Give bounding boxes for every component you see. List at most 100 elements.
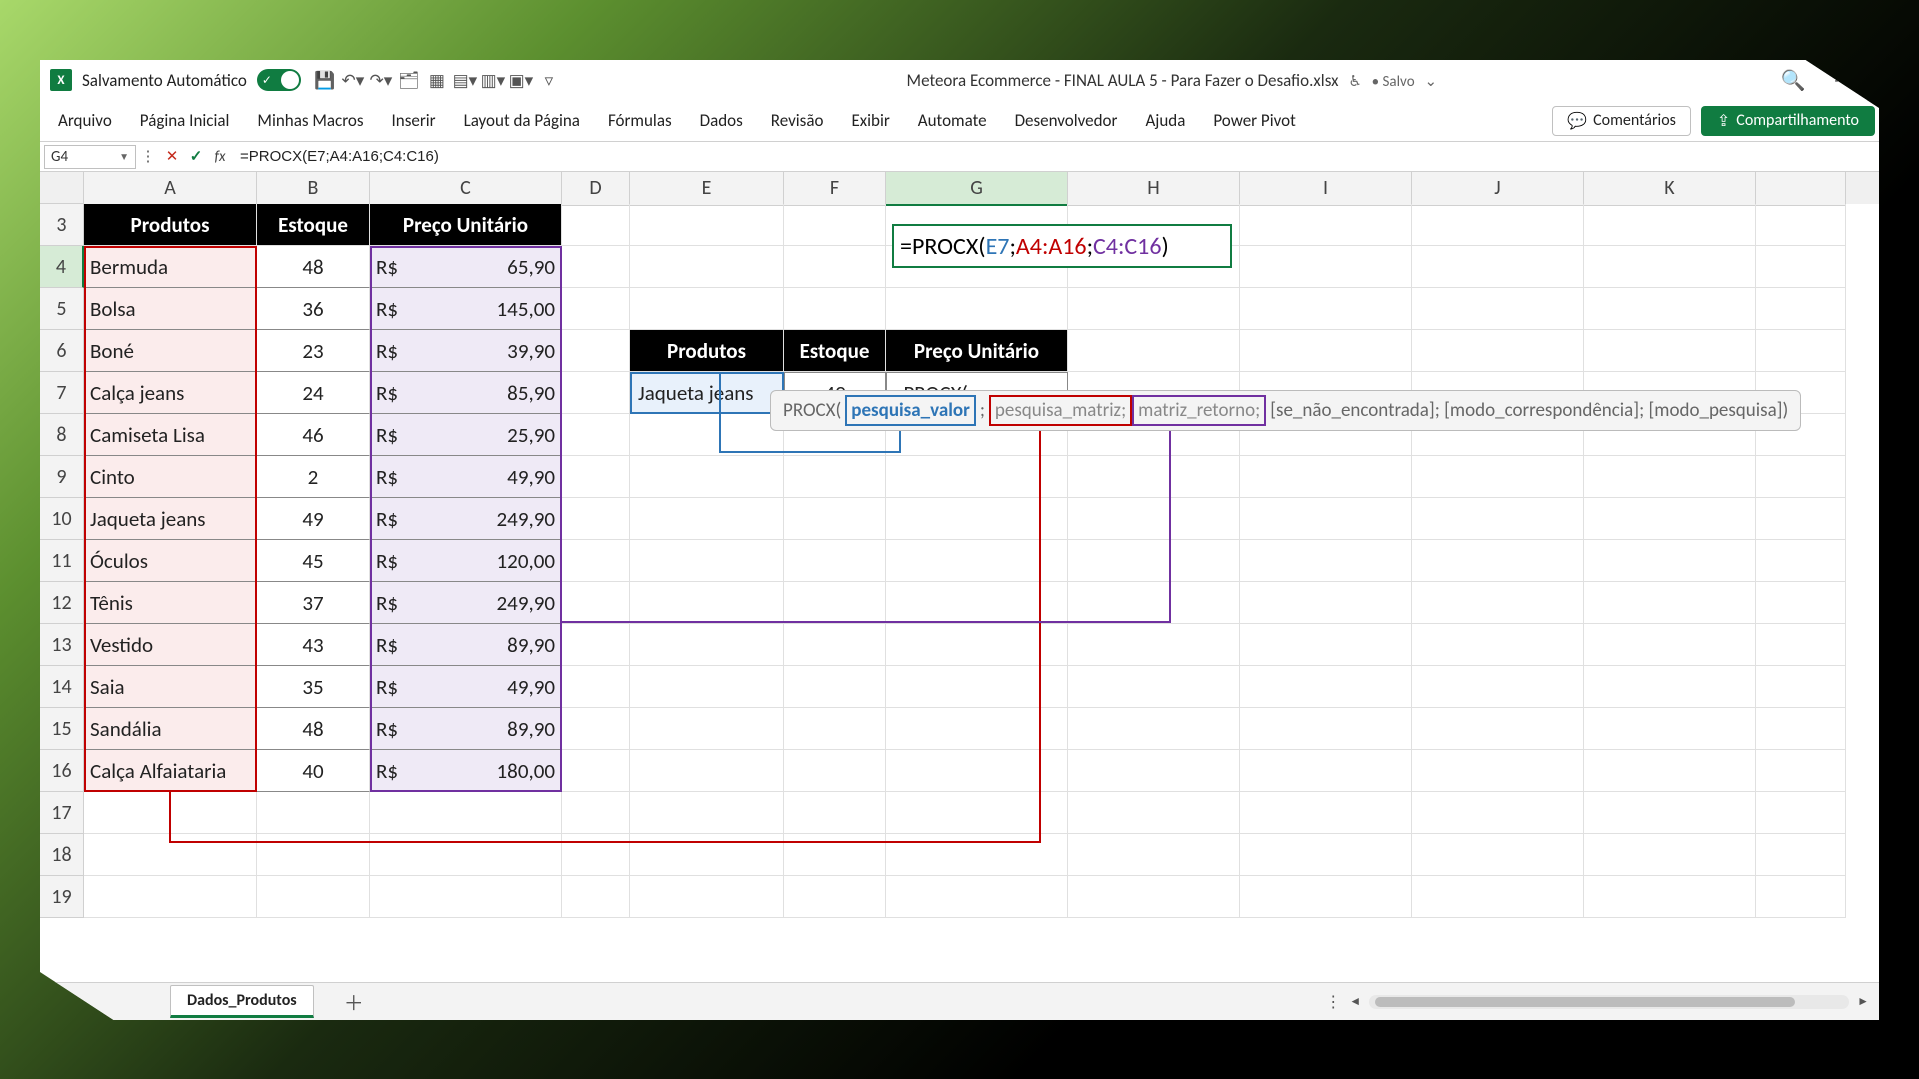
cell[interactable] [1756,540,1846,582]
table-cell[interactable]: 36 [257,288,370,330]
ribbon-tab[interactable]: Ajuda [1131,102,1199,139]
table-cell[interactable]: Vestido [84,624,257,666]
cell[interactable] [784,204,886,246]
table-cell[interactable]: R$85,90 [370,372,562,414]
save-icon[interactable]: 💾 [311,66,339,94]
table-cell[interactable]: Saia [84,666,257,708]
ribbon-tab[interactable]: Automate [904,102,1001,139]
cell[interactable] [1412,288,1584,330]
cell[interactable] [1756,288,1846,330]
table-cell[interactable]: 45 [257,540,370,582]
cell[interactable] [886,708,1068,750]
cell[interactable] [1756,330,1846,372]
cell[interactable] [784,288,886,330]
cell[interactable] [1584,288,1756,330]
tooltip-arg2[interactable]: pesquisa_matriz; [989,395,1132,426]
cell[interactable] [562,666,630,708]
table-cell[interactable]: Óculos [84,540,257,582]
cell[interactable] [562,624,630,666]
cell[interactable] [784,456,886,498]
comments-button[interactable]: 💬 Comentários [1552,106,1691,136]
cell[interactable] [1068,498,1240,540]
cell[interactable] [630,666,784,708]
column-header[interactable]: A [84,172,257,206]
cell[interactable] [1068,582,1240,624]
ribbon-tab[interactable]: Inserir [378,102,450,139]
cell[interactable] [562,750,630,792]
name-box[interactable]: G4 ▼ [44,145,136,169]
cell[interactable] [630,750,784,792]
cell[interactable] [1584,792,1756,834]
autosave-toggle[interactable]: ✓ [257,69,301,91]
cell[interactable] [1584,540,1756,582]
cell[interactable] [1756,456,1846,498]
cell[interactable] [886,834,1068,876]
row-header[interactable]: 4 [40,246,84,288]
undo-icon[interactable]: ↶▾ [339,66,367,94]
cell[interactable] [1412,876,1584,918]
cell[interactable] [1068,540,1240,582]
table-cell[interactable]: 24 [257,372,370,414]
fx-icon[interactable]: fx [208,145,232,169]
cell[interactable] [562,708,630,750]
cell[interactable] [886,876,1068,918]
window-minimize-icon[interactable]: — [1834,70,1849,91]
cell[interactable] [1584,624,1756,666]
cell[interactable] [784,666,886,708]
cell[interactable] [1412,750,1584,792]
cell[interactable] [1240,624,1412,666]
table-cell[interactable]: R$39,90 [370,330,562,372]
table-cell[interactable]: R$65,90 [370,246,562,288]
column-header[interactable]: G [886,172,1068,206]
qat-overflow-icon[interactable]: ▿ [535,66,563,94]
cell[interactable] [1412,540,1584,582]
table-cell[interactable]: Bolsa [84,288,257,330]
cell[interactable] [1068,624,1240,666]
table-cell[interactable]: Bermuda [84,246,257,288]
cell[interactable] [1756,708,1846,750]
cell[interactable] [562,414,630,456]
cell[interactable] [630,876,784,918]
cell[interactable] [630,540,784,582]
cell[interactable] [1584,834,1756,876]
table-cell[interactable]: Sandália [84,708,257,750]
table-cell[interactable]: Tênis [84,582,257,624]
cell[interactable] [1756,624,1846,666]
tooltip-arg3[interactable]: matriz_retorno; [1132,395,1266,426]
table-cell[interactable]: Calça Alfaiataria [84,750,257,792]
row-header[interactable]: 10 [40,498,84,540]
cell[interactable] [630,204,784,246]
sheet-options-icon[interactable]: ⋮ [1325,992,1341,1012]
horizontal-scrollbar[interactable] [1369,995,1849,1009]
cell[interactable] [630,498,784,540]
spreadsheet-grid[interactable]: ABCDEFGHIJK 345678910111213141516171819 … [40,172,1879,982]
cell[interactable] [886,498,1068,540]
cell[interactable] [370,792,562,834]
cell[interactable] [1240,666,1412,708]
cell[interactable] [1068,750,1240,792]
table-cell[interactable]: Calça jeans [84,372,257,414]
ribbon-tab[interactable]: Revisão [757,102,838,139]
ribbon-tab[interactable]: Página Inicial [126,102,244,139]
cell[interactable] [886,750,1068,792]
cell[interactable] [1412,246,1584,288]
cell[interactable] [257,876,370,918]
table-cell[interactable]: 49 [257,498,370,540]
row-header[interactable]: 3 [40,204,84,246]
row-header[interactable]: 6 [40,330,84,372]
cell[interactable] [1240,708,1412,750]
cell[interactable] [630,708,784,750]
cell[interactable] [1584,204,1756,246]
table-cell[interactable]: R$25,90 [370,414,562,456]
cell[interactable] [1584,750,1756,792]
cell[interactable] [630,246,784,288]
cell[interactable] [1412,624,1584,666]
column-header[interactable]: D [562,172,630,206]
cell[interactable] [784,708,886,750]
cell[interactable] [630,834,784,876]
cell[interactable] [1240,540,1412,582]
column-header[interactable]: H [1068,172,1240,206]
cell[interactable] [1068,834,1240,876]
cell[interactable] [784,750,886,792]
sheet-tab[interactable]: Dados_Produtos [170,985,314,1018]
